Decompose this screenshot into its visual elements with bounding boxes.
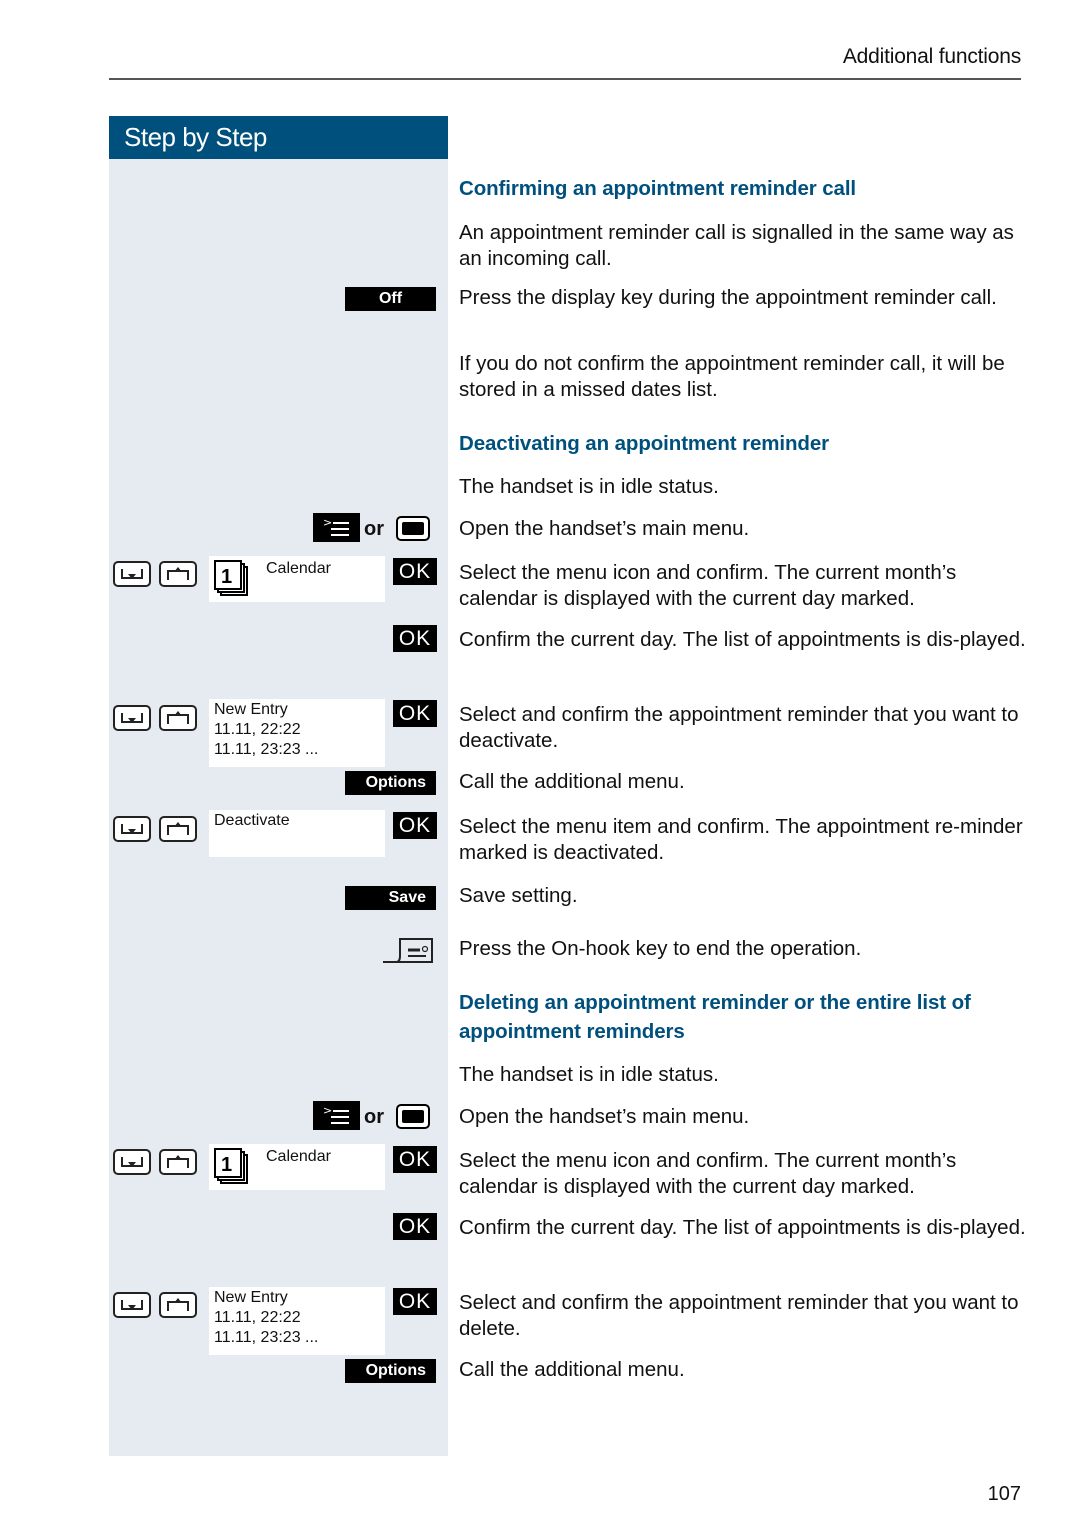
paragraph: Press the display key during the appoint… [459,286,997,309]
screen-calendar: 1 Calendar [209,556,385,602]
or-label: or [364,518,384,540]
step-by-step-sidebar [109,159,448,1456]
list-item: 11.11, 23:23 ... [214,1329,319,1346]
paragraph: The handset is in idle status. [459,1063,719,1086]
step-by-step-title: Step by Step [109,116,448,159]
on-hook-key-icon[interactable] [382,936,434,969]
paragraph: Press the On-hook key to end the operati… [459,937,862,960]
section-heading-deleting: Deleting an appointment reminder or the … [459,991,971,1043]
main-menu-key-icon[interactable]: > [313,513,360,542]
paragraph: Call the additional menu. [459,770,685,793]
calendar-icon: 1 [212,558,252,604]
paragraph: Save setting. [459,884,578,907]
paragraph: Select the menu icon and confirm. The cu… [459,1149,957,1198]
paragraph: Select and confirm the appointment remin… [459,1291,1019,1340]
nav-down-key-icon[interactable] [113,705,151,731]
calendar-label: Calendar [266,560,331,577]
calendar-label: Calendar [266,1148,331,1165]
header-rule [109,78,1021,80]
ok-key[interactable]: OK [393,625,437,652]
svg-text:>: > [323,1104,332,1117]
paragraph: Select the menu icon and confirm. The cu… [459,561,957,610]
paragraph: The handset is in idle status. [459,475,719,498]
nav-up-key-icon[interactable] [159,1292,197,1318]
list-item: 11.11, 22:22 [214,1309,301,1326]
nav-down-key-icon[interactable] [113,816,151,842]
menu-item-deactivate: Deactivate [214,812,290,829]
ok-key[interactable]: OK [393,1288,437,1315]
paragraph: If you do not confirm the appointment re… [459,352,1005,401]
list-item: 11.11, 23:23 ... [214,741,319,758]
screen-entries-list: New Entry 11.11, 22:22 11.11, 23:23 ... [209,1287,385,1355]
off-softkey[interactable]: Off [345,287,436,311]
nav-down-key-icon[interactable] [113,561,151,587]
screen-entries-list: New Entry 11.11, 22:22 11.11, 23:23 ... [209,699,385,767]
paragraph: Confirm the current day. The list of app… [459,1216,1026,1239]
nav-up-key-icon[interactable] [159,1149,197,1175]
svg-text:>: > [323,516,332,529]
section-heading-confirming: Confirming an appointment reminder call [459,177,857,200]
running-head: Additional functions [842,45,1021,68]
paragraph: Select and confirm the appointment remin… [459,703,1019,752]
nav-up-key-icon[interactable] [159,561,197,587]
nav-down-key-icon[interactable] [113,1292,151,1318]
nav-down-key-icon[interactable] [113,1149,151,1175]
section-heading-deactivating: Deactivating an appointment reminder [459,432,830,455]
ok-key[interactable]: OK [393,558,437,585]
page-number: 107 [987,1483,1021,1505]
display-key-icon[interactable] [396,1104,430,1129]
screen-deactivate: Deactivate [209,810,385,857]
calendar-icon: 1 [212,1146,252,1192]
ok-key[interactable]: OK [393,812,437,839]
list-item: 11.11, 22:22 [214,721,301,738]
paragraph: Call the additional menu. [459,1358,685,1381]
ok-key[interactable]: OK [393,700,437,727]
svg-text:1: 1 [221,566,232,588]
list-item: New Entry [214,701,288,718]
svg-text:1: 1 [221,1154,232,1176]
or-label: or [364,1106,384,1128]
paragraph: Open the handset’s main menu. [459,1105,750,1128]
nav-up-key-icon[interactable] [159,816,197,842]
options-softkey[interactable]: Options [345,771,436,795]
display-key-icon[interactable] [396,516,430,541]
list-item: New Entry [214,1289,288,1306]
paragraph: An appointment reminder call is signalle… [459,221,1014,270]
ok-key[interactable]: OK [393,1146,437,1173]
paragraph: Open the handset’s main menu. [459,517,750,540]
paragraph: Confirm the current day. The list of app… [459,628,1026,651]
save-softkey[interactable]: Save [345,886,436,910]
screen-calendar: 1 Calendar [209,1144,385,1190]
ok-key[interactable]: OK [393,1213,437,1240]
main-menu-key-icon[interactable]: > [313,1101,360,1130]
options-softkey[interactable]: Options [345,1359,436,1383]
paragraph: Select the menu item and confirm. The ap… [459,815,1023,864]
nav-up-key-icon[interactable] [159,705,197,731]
